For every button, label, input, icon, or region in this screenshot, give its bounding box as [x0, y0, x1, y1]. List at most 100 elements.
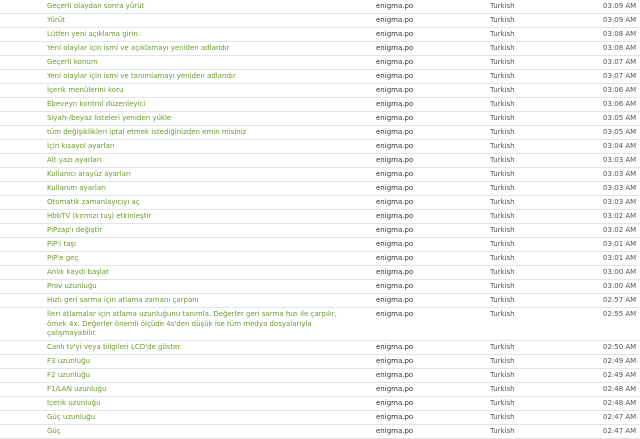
source-file: enigma.po — [376, 198, 414, 206]
table-row: Kullanıcı arayüz ayarları enigma.po Turkis… — [0, 168, 640, 182]
timestamp: 03:07 AM — [603, 72, 637, 80]
translation-link[interactable]: İçerik menülerini koru — [47, 86, 123, 94]
table-row: F1/LAN uzunluğu enigma.po Turkish 02:48 AM — [0, 383, 640, 397]
table-row: F3 uzunluğu enigma.po Turkish 02:49 AM — [0, 355, 640, 369]
source-file: enigma.po — [376, 343, 414, 351]
table-row: Siyah-/beyaz listeleri yeniden yükle enig… — [0, 112, 640, 126]
translation-link[interactable]: PiPzap'ı değiştir — [47, 226, 102, 234]
translation-link[interactable]: Kullanım ayarları — [47, 184, 106, 192]
table-row: Yeni olaylar için ismi ve tanımlamayı ye… — [0, 70, 640, 84]
translation-link[interactable]: PiP'i taşı — [47, 240, 76, 248]
translation-link[interactable]: Geçerli olaydan sonra yürüt — [47, 2, 144, 10]
translation-link[interactable]: F1/LAN uzunluğu — [47, 385, 106, 393]
translation-cell: Yeni olaylar için ismi ve açıklamayı yen… — [0, 42, 348, 54]
timestamp: 03:00 AM — [603, 282, 637, 290]
translation-link[interactable]: Yeni olaylar için ismi ve açıklamayı yen… — [47, 44, 230, 52]
translation-cell: İçerik menülerini koru — [0, 84, 348, 96]
translation-link[interactable]: Anlık kaydı başlat — [47, 268, 109, 276]
language-label: Turkish — [490, 310, 515, 318]
translations-table: Geçerli olaydan sonra yürüt enigma.po Turk… — [0, 0, 640, 439]
language-label: Turkish — [490, 156, 515, 164]
table-row: Kullanım ayarları enigma.po Turkish 03:03 A… — [0, 182, 640, 196]
translation-link[interactable]: Siyah-/beyaz listeleri yeniden yükle — [47, 114, 171, 122]
translation-link[interactable]: PiP'e geç — [47, 254, 78, 262]
translation-cell: Yeni olaylar için ismi ve tanımlamayı ye… — [0, 70, 348, 82]
translation-link[interactable]: İçin kısayol ayarları — [47, 142, 115, 150]
source-file: enigma.po — [376, 399, 414, 407]
translation-link[interactable]: Canlı tv'yi veya bilgileri LCD'de göster… — [47, 343, 182, 351]
timestamp: 03:01 AM — [603, 254, 637, 262]
translation-link[interactable]: HbbTV (kırmızı tuş) etkinleştir — [47, 212, 151, 220]
timestamp: 02:49 AM — [603, 357, 637, 365]
language-label: Turkish — [490, 184, 515, 192]
source-file: enigma.po — [376, 184, 414, 192]
language-label: Turkish — [490, 16, 515, 24]
source-file: enigma.po — [376, 226, 414, 234]
translation-link[interactable]: Hızlı geri sarma için atlama zamanı çarp… — [47, 296, 199, 304]
translation-cell: Siyah-/beyaz listeleri yeniden yükle — [0, 112, 348, 124]
language-label: Turkish — [490, 240, 515, 248]
language-label: Turkish — [490, 254, 515, 262]
translation-link[interactable]: Güç uzunluğu — [47, 413, 95, 421]
translation-link[interactable]: Ebeveyn kontrol düzenleyici — [47, 100, 145, 108]
timestamp: 03:03 AM — [603, 184, 637, 192]
source-file: enigma.po — [376, 58, 414, 66]
table-row: Alt yazı ayarları enigma.po Turkish 03:03 A… — [0, 154, 640, 168]
table-row: Prov uzunluğu enigma.po Turkish 03:00 AM — [0, 280, 640, 294]
source-file: enigma.po — [376, 268, 414, 276]
translation-link[interactable]: Yürüt — [47, 16, 65, 24]
translation-link[interactable]: Otomatik zamanlayıcıyı aç — [47, 198, 140, 206]
translation-link[interactable]: Geçerli konum — [47, 58, 98, 66]
translation-cell: Ebeveyn kontrol düzenleyici — [0, 98, 348, 110]
table-row: İçerik menülerini koru enigma.po Turkish 03… — [0, 84, 640, 98]
source-file: enigma.po — [376, 86, 414, 94]
language-label: Turkish — [490, 100, 515, 108]
table-row: Canlı tv'yi veya bilgileri LCD'de göster… — [0, 341, 640, 355]
source-file: enigma.po — [376, 30, 414, 38]
translation-cell: HbbTV (kırmızı tuş) etkinleştir — [0, 210, 348, 222]
source-file: enigma.po — [376, 240, 414, 248]
table-row: tüm değişiklikleri iptal etmek istediğin… — [0, 126, 640, 140]
table-row: Otomatik zamanlayıcıyı aç enigma.po Turkis… — [0, 196, 640, 210]
source-file: enigma.po — [376, 282, 414, 290]
timestamp: 02:50 AM — [603, 343, 637, 351]
translation-link[interactable]: İçerik uzunluğu — [47, 399, 101, 407]
language-label: Turkish — [490, 399, 515, 407]
translation-link[interactable]: Kullanıcı arayüz ayarları — [47, 170, 131, 178]
translation-link[interactable]: tüm değişiklikleri iptal etmek istediğin… — [47, 128, 246, 136]
translation-cell: F3 uzunluğu — [0, 355, 348, 367]
language-label: Turkish — [490, 296, 515, 304]
language-label: Turkish — [490, 86, 515, 94]
translation-link[interactable]: Lütfen yeni açıklama girin: — [47, 30, 140, 38]
translation-link[interactable]: F3 uzunluğu — [47, 357, 90, 365]
language-label: Turkish — [490, 212, 515, 220]
translation-link[interactable]: F2 uzunluğu — [47, 371, 90, 379]
timestamp: 02:47 AM — [603, 413, 637, 421]
timestamp: 03:06 AM — [603, 100, 637, 108]
timestamp: 03:09 AM — [603, 2, 637, 10]
translation-link[interactable]: Yeni olaylar için ismi ve tanımlamayı ye… — [47, 72, 236, 80]
source-file: enigma.po — [376, 212, 414, 220]
source-file: enigma.po — [376, 385, 414, 393]
translation-link[interactable]: Prov uzunluğu — [47, 282, 97, 290]
table-row: İçin kısayol ayarları enigma.po Turkish 03:… — [0, 140, 640, 154]
translation-cell: PiPzap'ı değiştir — [0, 224, 348, 236]
translation-cell: Prov uzunluğu — [0, 280, 348, 292]
timestamp: 03:09 AM — [603, 16, 637, 24]
language-label: Turkish — [490, 413, 515, 421]
translation-link[interactable]: Alt yazı ayarları — [47, 156, 102, 164]
language-label: Turkish — [490, 30, 515, 38]
translation-cell: F2 uzunluğu — [0, 369, 348, 381]
translation-link[interactable]: Güç — [47, 427, 61, 435]
source-file: enigma.po — [376, 427, 414, 435]
translation-cell: İleri atlamalar için atlama uzunluğunu t… — [0, 308, 348, 339]
translation-cell: Güç uzunluğu — [0, 411, 348, 423]
table-row: Ebeveyn kontrol düzenleyici enigma.po Turk… — [0, 98, 640, 112]
source-file: enigma.po — [376, 413, 414, 421]
source-file: enigma.po — [376, 44, 414, 52]
timestamp: 03:07 AM — [603, 58, 637, 66]
translation-cell: PiP'i taşı — [0, 238, 348, 250]
language-label: Turkish — [490, 142, 515, 150]
translation-link[interactable]: İleri atlamalar için atlama uzunluğunu t… — [47, 310, 337, 337]
translation-cell: Güç — [0, 425, 348, 437]
